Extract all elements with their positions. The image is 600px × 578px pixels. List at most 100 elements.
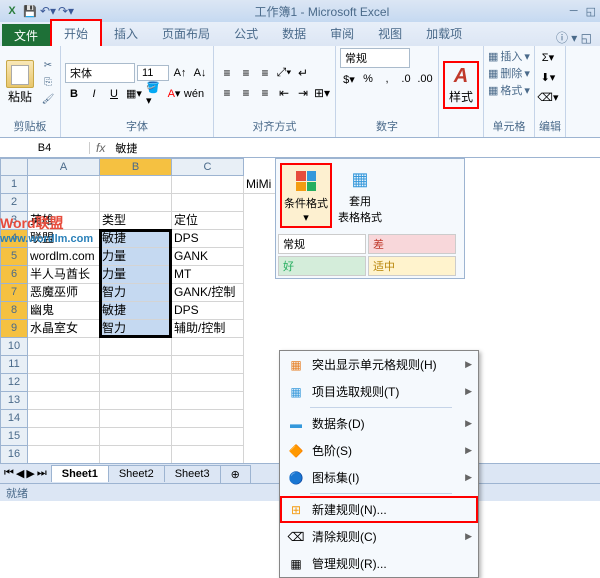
clear-icon[interactable]: ⌫▾ bbox=[539, 88, 557, 106]
cell[interactable]: 力量 bbox=[100, 248, 172, 266]
cell[interactable]: MT bbox=[172, 266, 244, 284]
cell[interactable] bbox=[172, 176, 244, 194]
data-bars-item[interactable]: ▬ 数据条(D)▶ bbox=[280, 410, 478, 437]
cell[interactable] bbox=[172, 410, 244, 428]
sheet3-tab[interactable]: Sheet3 bbox=[164, 465, 221, 482]
bold-button[interactable]: B bbox=[65, 85, 83, 103]
cell[interactable] bbox=[28, 356, 100, 374]
col-header-c[interactable]: C bbox=[172, 158, 244, 176]
row-header[interactable]: 2 bbox=[0, 194, 28, 212]
cell[interactable] bbox=[100, 338, 172, 356]
cell[interactable] bbox=[100, 374, 172, 392]
cell[interactable] bbox=[172, 194, 244, 212]
border-button[interactable]: ▦▾ bbox=[125, 85, 143, 103]
cell[interactable]: 半人马酋长 bbox=[28, 266, 100, 284]
name-box[interactable]: B4 bbox=[0, 142, 90, 154]
cell[interactable] bbox=[100, 428, 172, 446]
row-header[interactable]: 10 bbox=[0, 338, 28, 356]
decrease-indent-icon[interactable]: ⇤ bbox=[275, 84, 293, 102]
cell[interactable]: DPS bbox=[172, 302, 244, 320]
number-format-select[interactable]: 常规 bbox=[340, 48, 410, 68]
cell[interactable]: 类型 bbox=[100, 212, 172, 230]
align-left-icon[interactable]: ≡ bbox=[218, 84, 236, 102]
style-bad[interactable]: 差 bbox=[368, 234, 456, 254]
styles-button[interactable]: A 样式 bbox=[443, 61, 479, 109]
fill-icon[interactable]: ⬇▾ bbox=[539, 68, 557, 86]
cell[interactable] bbox=[172, 356, 244, 374]
row-header[interactable]: 13 bbox=[0, 392, 28, 410]
orientation-icon[interactable]: ⤢▾ bbox=[275, 64, 293, 82]
top-bottom-rules-item[interactable]: ▦ 项目选取规则(T)▶ bbox=[280, 378, 478, 405]
font-color-button[interactable]: A▾ bbox=[165, 85, 183, 103]
row-header[interactable]: 6 bbox=[0, 266, 28, 284]
addins-tab[interactable]: 加载项 bbox=[414, 21, 474, 46]
autosum-icon[interactable]: Σ▾ bbox=[539, 48, 557, 66]
col-header-a[interactable]: A bbox=[28, 158, 100, 176]
decrease-decimal-icon[interactable]: .00 bbox=[416, 70, 434, 88]
sheet1-tab[interactable]: Sheet1 bbox=[51, 465, 109, 482]
file-tab[interactable]: 文件 bbox=[2, 24, 50, 46]
select-all-corner[interactable] bbox=[0, 158, 28, 176]
delete-cells-button[interactable]: ▦删除▾ bbox=[488, 65, 530, 81]
format-painter-icon[interactable]: 🖌 bbox=[40, 92, 56, 108]
cell[interactable] bbox=[172, 428, 244, 446]
style-normal[interactable]: 常规 bbox=[278, 234, 366, 254]
comma-icon[interactable]: , bbox=[378, 70, 396, 88]
highlight-rules-item[interactable]: ▦ 突出显示单元格规则(H)▶ bbox=[280, 351, 478, 378]
cell[interactable] bbox=[100, 356, 172, 374]
align-bottom-icon[interactable]: ≡ bbox=[256, 64, 274, 82]
cell[interactable] bbox=[28, 176, 100, 194]
shrink-font-icon[interactable]: A↓ bbox=[191, 64, 209, 82]
percent-icon[interactable]: % bbox=[359, 70, 377, 88]
cell[interactable] bbox=[28, 194, 100, 212]
row-header[interactable]: 14 bbox=[0, 410, 28, 428]
row-header[interactable]: 7 bbox=[0, 284, 28, 302]
col-header-b[interactable]: B bbox=[100, 158, 172, 176]
prev-sheet-icon[interactable]: ◀ bbox=[16, 467, 24, 480]
merge-icon[interactable]: ⊞▾ bbox=[313, 84, 331, 102]
align-right-icon[interactable]: ≡ bbox=[256, 84, 274, 102]
cell[interactable]: 敏捷 bbox=[100, 230, 172, 248]
cell[interactable] bbox=[100, 410, 172, 428]
row-header[interactable]: 11 bbox=[0, 356, 28, 374]
cell[interactable] bbox=[28, 374, 100, 392]
style-neutral[interactable]: 适中 bbox=[368, 256, 456, 276]
cell[interactable]: 幽鬼 bbox=[28, 302, 100, 320]
cell[interactable]: GANK/控制 bbox=[172, 284, 244, 302]
phonetic-button[interactable]: wén bbox=[185, 85, 203, 103]
font-name-select[interactable]: 宋体 bbox=[65, 63, 135, 83]
cell[interactable] bbox=[100, 194, 172, 212]
currency-icon[interactable]: $▾ bbox=[340, 70, 358, 88]
increase-decimal-icon[interactable]: .0 bbox=[397, 70, 415, 88]
cell[interactable]: 敏捷 bbox=[100, 302, 172, 320]
fx-icon[interactable]: fx bbox=[90, 141, 111, 155]
row-header[interactable]: 5 bbox=[0, 248, 28, 266]
copy-icon[interactable]: ⎘ bbox=[40, 75, 56, 91]
row-header[interactable]: 16 bbox=[0, 446, 28, 464]
cell[interactable]: GANK bbox=[172, 248, 244, 266]
cell[interactable] bbox=[100, 176, 172, 194]
cell[interactable] bbox=[172, 374, 244, 392]
undo-icon[interactable]: ↶▾ bbox=[40, 3, 56, 19]
layout-tab[interactable]: 页面布局 bbox=[150, 21, 222, 46]
cut-icon[interactable]: ✂ bbox=[40, 58, 56, 74]
insert-cells-button[interactable]: ▦插入▾ bbox=[488, 48, 530, 64]
wrap-text-icon[interactable]: ↵ bbox=[294, 64, 312, 82]
paste-button[interactable]: 粘贴 bbox=[4, 58, 36, 107]
cell[interactable] bbox=[172, 338, 244, 356]
redo-icon[interactable]: ↷▾ bbox=[58, 3, 74, 19]
data-tab[interactable]: 数据 bbox=[270, 21, 318, 46]
clear-rules-item[interactable]: ⌫ 清除规则(C)▶ bbox=[280, 523, 478, 550]
conditional-formatting-button[interactable]: 条件格式▾ bbox=[280, 163, 332, 228]
first-sheet-icon[interactable]: ⏮ bbox=[4, 467, 14, 480]
cell[interactable] bbox=[28, 446, 100, 464]
cell[interactable] bbox=[28, 392, 100, 410]
align-center-icon[interactable]: ≡ bbox=[237, 84, 255, 102]
manage-rules-item[interactable]: ▦ 管理规则(R)... bbox=[280, 550, 478, 577]
font-size-select[interactable]: 11 bbox=[137, 65, 169, 81]
align-top-icon[interactable]: ≡ bbox=[218, 64, 236, 82]
save-icon[interactable]: 💾 bbox=[22, 3, 38, 19]
last-sheet-icon[interactable]: ⏭ bbox=[37, 467, 47, 480]
row-header[interactable]: 12 bbox=[0, 374, 28, 392]
cell[interactable] bbox=[100, 392, 172, 410]
